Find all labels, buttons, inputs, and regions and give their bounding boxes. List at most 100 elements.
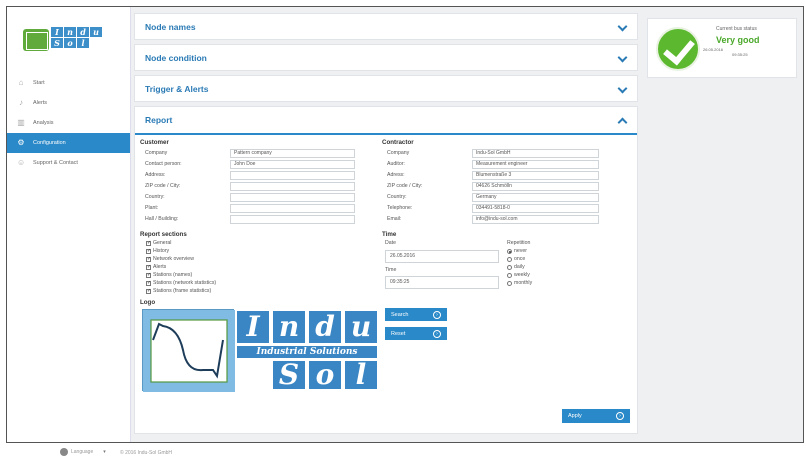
customer-country-field[interactable] bbox=[230, 192, 355, 202]
logo-heading: Logo bbox=[140, 299, 156, 306]
accordion-node-names[interactable]: Node names bbox=[134, 13, 638, 40]
customer-hall-field[interactable] bbox=[230, 214, 355, 224]
radio-label: monthly bbox=[514, 280, 533, 286]
radio-icon bbox=[507, 272, 512, 278]
accordion-report[interactable]: Report bbox=[135, 107, 637, 135]
section-checkbox[interactable]: Stations (network statistics) bbox=[146, 280, 216, 286]
language-selector[interactable]: Language ▾ bbox=[60, 448, 106, 456]
section-label: Network overview bbox=[153, 256, 194, 262]
date-field[interactable]: 26.05.2016 bbox=[385, 250, 499, 263]
chevron-down-icon[interactable] bbox=[617, 53, 627, 63]
sidebar: Indu Sol ⌂ Start ♪ Alerts ▥ Analysis ⚙ C… bbox=[7, 7, 131, 442]
indu-sol-logo[interactable]: Indu Sol bbox=[23, 25, 111, 53]
section-checkbox[interactable]: History bbox=[146, 248, 169, 254]
checkbox-icon bbox=[146, 264, 151, 270]
sidebar-item-label: Configuration bbox=[33, 140, 66, 146]
bus-status-widget: Current bus status Very good 26.05.2016 … bbox=[647, 18, 797, 78]
section-label: Stations (frame statistics) bbox=[153, 288, 212, 294]
customer-contact-field[interactable]: John Doe bbox=[230, 159, 355, 169]
sidebar-item-alerts[interactable]: ♪ Alerts bbox=[7, 93, 130, 113]
button-label: Search bbox=[391, 311, 409, 318]
contractor-address-field[interactable]: Blumenstraße 3 bbox=[472, 170, 599, 180]
home-icon: ⌂ bbox=[18, 78, 24, 87]
contractor-address-row: Adress: Blumenstraße 3 bbox=[382, 170, 599, 180]
sidebar-item-start[interactable]: ⌂ Start bbox=[7, 73, 130, 93]
field-label: Email: bbox=[387, 216, 402, 222]
repetition-radio-weekly[interactable]: weekly bbox=[507, 272, 530, 278]
contractor-telephone-row: Telephone: 034491-5818-0 bbox=[382, 203, 599, 213]
customer-address-field[interactable] bbox=[230, 170, 355, 180]
section-checkbox[interactable]: General bbox=[146, 240, 171, 246]
customer-plant-field[interactable] bbox=[230, 203, 355, 213]
customer-zip-row: ZIP code / City: bbox=[140, 181, 355, 191]
accordion-title: Trigger & Alerts bbox=[145, 83, 209, 94]
chevron-down-icon[interactable] bbox=[617, 84, 627, 94]
time-label: Time bbox=[385, 267, 397, 273]
checkbox-icon bbox=[146, 288, 151, 294]
section-label: General bbox=[153, 240, 172, 246]
field-label: Company bbox=[145, 150, 168, 156]
bus-status-date: 26.05.2016 bbox=[703, 47, 724, 52]
brand-letter: u bbox=[345, 311, 377, 343]
globe-icon bbox=[60, 448, 68, 456]
arrow-right-icon: › bbox=[616, 412, 624, 420]
logo-letter: l bbox=[77, 38, 89, 48]
contractor-email-field[interactable]: info@indu-sol.com bbox=[472, 214, 599, 224]
accordion-node-condition[interactable]: Node condition bbox=[134, 44, 638, 71]
accordion-trigger-alerts[interactable]: Trigger & Alerts bbox=[134, 75, 638, 102]
main-content: Node names Node condition Trigger & Aler… bbox=[134, 13, 638, 434]
section-checkbox[interactable]: Stations (names) bbox=[146, 272, 192, 278]
sidebar-item-support[interactable]: ☺ Support & Contact bbox=[7, 153, 130, 173]
logo-letter: S bbox=[51, 38, 63, 48]
checkbox-icon bbox=[146, 272, 151, 278]
contractor-heading: Contractor bbox=[382, 139, 414, 146]
copyright: © 2016 Indu-Sol GmbH bbox=[120, 450, 173, 456]
customer-company-row: Company Pattern company bbox=[140, 148, 355, 158]
logo-letter: o bbox=[64, 38, 76, 48]
logo-emblem bbox=[23, 29, 49, 51]
chevron-down-icon: ▾ bbox=[103, 449, 106, 455]
logo-search-button[interactable]: Search › bbox=[385, 308, 447, 321]
section-checkbox[interactable]: Network overview bbox=[146, 256, 194, 262]
field-label: Company bbox=[387, 150, 410, 156]
contractor-country-field[interactable]: Germany bbox=[472, 192, 599, 202]
arrow-right-icon: › bbox=[433, 310, 441, 319]
contractor-zip-field[interactable]: 04626 Schmölln bbox=[472, 181, 599, 191]
time-field[interactable]: 09:35:25 bbox=[385, 276, 499, 289]
section-label: Stations (names) bbox=[153, 272, 193, 278]
apply-button[interactable]: Apply › bbox=[562, 409, 630, 423]
repetition-radio-never[interactable]: never bbox=[507, 248, 527, 254]
logo-reset-button[interactable]: Reset › bbox=[385, 327, 447, 340]
sidebar-item-analysis[interactable]: ▥ Analysis bbox=[7, 113, 130, 133]
section-checkbox[interactable]: Alerts bbox=[146, 264, 166, 270]
repetition-radio-once[interactable]: once bbox=[507, 256, 525, 262]
contractor-country-row: Country: Germany bbox=[382, 192, 599, 202]
section-label: Alerts bbox=[153, 264, 167, 270]
customer-company-field[interactable]: Pattern company bbox=[230, 148, 355, 158]
repetition-radio-monthly[interactable]: monthly bbox=[507, 280, 532, 286]
gear-icon: ⚙ bbox=[17, 138, 25, 147]
field-label: Telephone: bbox=[387, 205, 413, 211]
report-sections-heading: Report sections bbox=[140, 231, 187, 238]
contractor-zip-row: ZIP code / City: 04626 Schmölln bbox=[382, 181, 599, 191]
button-label: Apply bbox=[568, 413, 582, 419]
field-label: Address: bbox=[145, 172, 166, 178]
logo-preview: I n d u Industrial Solutions S o l bbox=[142, 309, 382, 392]
brand-letter: o bbox=[309, 361, 341, 389]
radio-label: weekly bbox=[514, 272, 530, 278]
sidebar-item-configuration[interactable]: ⚙ Configuration bbox=[7, 133, 130, 153]
sidebar-nav: ⌂ Start ♪ Alerts ▥ Analysis ⚙ Configurat… bbox=[7, 73, 130, 173]
radio-label: daily bbox=[514, 264, 525, 270]
language-label: Language bbox=[71, 449, 94, 455]
repetition-radio-daily[interactable]: daily bbox=[507, 264, 525, 270]
contractor-company-field[interactable]: Indu-Sol GmbH bbox=[472, 148, 599, 158]
contractor-auditor-field[interactable]: Measurement engineer bbox=[472, 159, 599, 169]
chevron-down-icon[interactable] bbox=[617, 22, 627, 32]
chevron-up-icon[interactable] bbox=[617, 115, 627, 125]
radio-selected-icon bbox=[507, 248, 512, 254]
contractor-telephone-field[interactable]: 034491-5818-0 bbox=[472, 203, 599, 213]
section-checkbox[interactable]: Stations (frame statistics) bbox=[146, 288, 211, 294]
accordion-title: Report bbox=[145, 115, 173, 125]
bus-status-value: Very good bbox=[716, 35, 760, 45]
customer-zip-field[interactable] bbox=[230, 181, 355, 191]
